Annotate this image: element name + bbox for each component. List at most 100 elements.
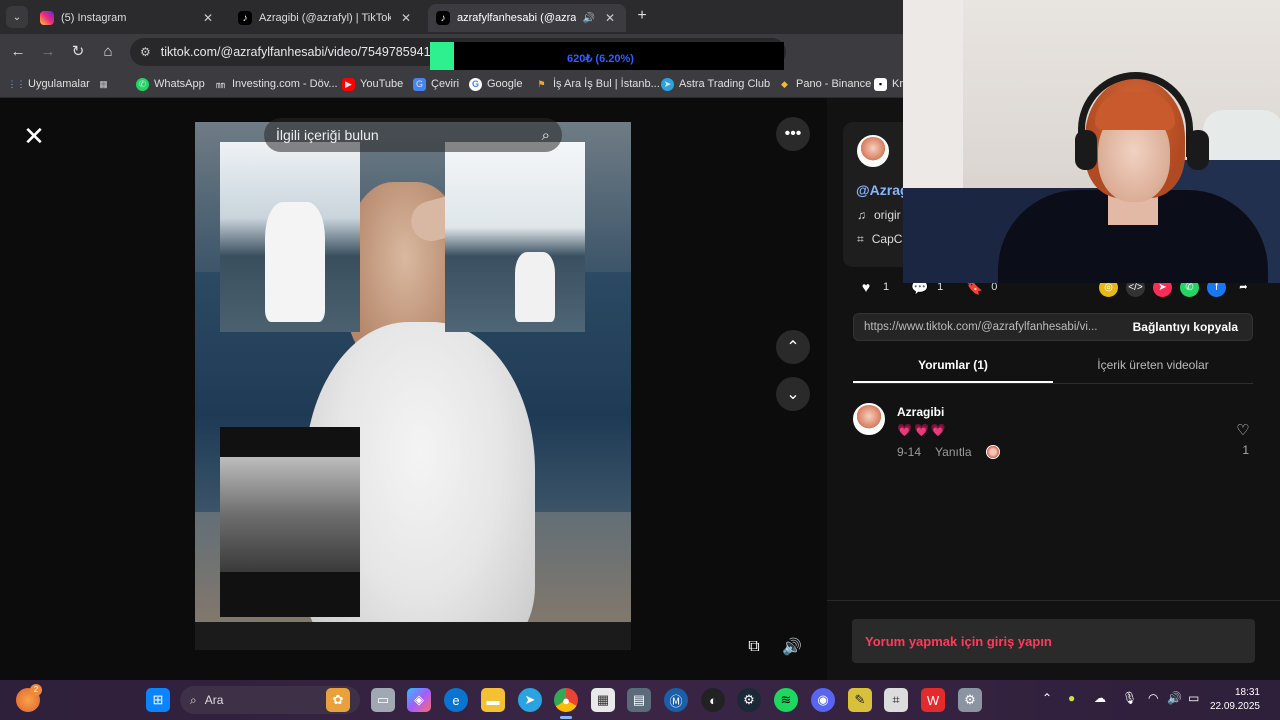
new-tab-button[interactable]: + [632,6,652,26]
tray-security-icon[interactable]: ☁ [1094,691,1106,705]
reload-button[interactable]: ↻ [67,41,89,63]
bookmark-binance[interactable]: ◆ Pano - Binance [778,76,871,92]
tab-creator-videos[interactable]: İçerik üreten videolar [1053,354,1253,383]
close-tab-icon[interactable]: ✕ [398,11,414,25]
comment-item: Azragibi 💗💗💗 9-14 Yanıtla ♡ 1 [853,403,1253,463]
bookmark-youtube[interactable]: ▶ YouTube [342,76,403,92]
like-count: 1 [883,281,890,293]
volume-icon[interactable]: 🔊 [777,632,807,662]
share-link-row: https://www.tiktok.com/@azrafylfanhesabi… [853,313,1253,341]
music-line[interactable]: ♫ origir [857,208,901,222]
author-avatar[interactable] [857,135,889,167]
tab-comments[interactable]: Yorumlar (1) [853,354,1053,383]
bookmark-label: Pano - Binance [796,78,872,90]
back-button[interactable]: ← [7,41,29,63]
search-icon[interactable]: ⌕ [542,127,550,144]
author-handle[interactable]: @Azrag [856,182,909,198]
bookmark-apps[interactable]: ⋮⋮ Uygulamalar [8,76,90,92]
video-area: ✕ İlgili içeriği bulun ⌕ ••• ⌃ ⌄ ⧉ 🔊 [0,98,827,680]
comment-meta: 9-14 Yanıtla [897,445,1000,459]
reply-button[interactable]: Yanıtla [935,445,971,459]
task-view-icon[interactable]: ▭ [371,688,395,712]
discord-icon[interactable]: ◉ [811,688,835,712]
capcut-taskbar-icon[interactable]: ⌗ [884,688,908,712]
bookmark-investing[interactable]: ㎜ Investing.com - Döv... [214,76,338,92]
search-highlight-icon[interactable]: ✿ [326,688,350,712]
tab-search-menu-button[interactable]: ⌄ [6,6,28,28]
wifi-icon[interactable]: ◠ [1148,691,1158,705]
capcut-label: CapC [871,232,903,246]
webcam-overlay [903,0,1280,283]
bookmarks-bar: ⋮⋮ Uygulamalar ▦ ✆ WhatsApp ㎜ Investing.… [0,70,903,98]
related-content-search[interactable]: İlgili içeriği bulun ⌕ [264,118,562,152]
search-placeholder: İlgili içeriği bulun [276,127,379,143]
close-icon[interactable]: ✕ [20,122,48,150]
bookmark-label: Google [487,78,523,90]
tray-app-icon[interactable]: ● [1068,691,1075,705]
bookmark-translate[interactable]: G Çeviri [413,76,459,92]
spotify-icon[interactable]: ≋ [774,688,798,712]
music-note-icon: ♫ [857,208,866,222]
video-collage-patch [445,142,585,332]
headset-earcup [1075,130,1097,170]
notepad-icon[interactable]: ▤ [627,688,651,712]
home-button[interactable]: ⌂ [97,41,119,63]
wps-icon[interactable]: W [921,688,945,712]
battery-icon[interactable]: ▭ [1188,691,1199,705]
comment-avatar[interactable] [853,403,885,435]
investing-icon: ㎜ [215,79,225,90]
close-tab-icon[interactable]: ✕ [602,11,618,25]
copilot-icon[interactable]: ◈ [407,688,431,712]
bookmark-whatsapp[interactable]: ✆ WhatsApp [136,76,205,92]
instagram-icon [40,11,54,25]
tab-instagram[interactable]: (5) Instagram ✕ [32,4,224,32]
capcut-line[interactable]: ⌗ CapC [857,232,902,247]
notes-icon[interactable]: ✎ [848,688,872,712]
tab-tiktok-azragibi[interactable]: ♪ Azragibi (@azrafyl) | TikTok ✕ [230,4,422,32]
microphone-icon[interactable]: 🎙 [1122,691,1137,705]
close-tab-icon[interactable]: ✕ [200,11,216,25]
copy-link-button[interactable]: Bağlantıyı kopyala [1133,320,1252,334]
comment-login-prompt[interactable]: Yorum yapmak için giriş yapın [852,619,1255,663]
bookmark-kr[interactable]: ▪ Kr [874,76,903,92]
like-stat[interactable]: ♥ 1 [857,278,889,296]
tab-tiktok-fanhesabi[interactable]: ♪ azrafylfanhesabi (@azrafylfa 🔊 ✕ [428,4,626,32]
next-video-button[interactable]: ⌄ [776,377,810,411]
metatrader-icon[interactable]: Ⓜ [664,688,688,712]
speaker-icon[interactable]: 🔊 [1167,691,1182,705]
tray-overflow-icon[interactable]: ⌃ [1042,691,1052,705]
stream-overlay-text: 620₺ (6.20%) [567,53,634,65]
site-info-icon[interactable]: ⚙ [140,45,151,59]
taskbar-clock[interactable]: 18:31 22.09.2025 [1210,686,1260,714]
windows-start-icon[interactable]: ⊞ [146,688,170,712]
steam-icon[interactable]: ⚙ [737,688,761,712]
search-icon: ⌕ [190,692,197,707]
file-explorer-icon[interactable]: ▬ [481,688,505,712]
forward-button[interactable]: → [37,41,59,63]
bookmark-label: Astra Trading Club [679,78,771,90]
share-link-text[interactable]: https://www.tiktok.com/@azrafylfanhesabi… [854,321,1116,333]
audio-playing-icon[interactable]: 🔊 [583,13,595,24]
bookmark-grid[interactable]: ▦ [97,76,110,92]
tiktok-icon: ♪ [436,11,450,25]
headset-earcup [1187,130,1209,170]
comment-author[interactable]: Azragibi [897,405,944,419]
heart-icon: ♥ [861,279,871,295]
bookmark-google[interactable]: G Google [469,76,522,92]
comment-like-icon[interactable]: ♡ [1233,421,1253,439]
floating-player-icon[interactable]: ⧉ [739,632,769,662]
bookmark-label: YouTube [360,78,404,90]
edge-icon[interactable]: e [444,688,468,712]
app-icon[interactable]: ◐ [701,688,725,712]
settings-icon[interactable]: ⚙ [958,688,982,712]
browser-tab-strip: ⌄ (5) Instagram ✕ ♪ Azragibi (@azrafyl) … [0,0,903,34]
video-player[interactable] [195,122,631,650]
more-options-button[interactable]: ••• [776,117,810,151]
previous-video-button[interactable]: ⌃ [776,330,810,364]
chrome-icon[interactable]: ● [554,688,578,712]
calendar-icon[interactable]: ▦ [591,688,615,712]
bookmark-job[interactable]: ⚑ İş Ara İş Bul | İstanb... [535,76,659,92]
bookmark-astra[interactable]: ➤ Astra Trading Club [661,76,770,92]
notification-badge: 2 [30,684,42,696]
telegram-icon[interactable]: ➤ [518,688,542,712]
